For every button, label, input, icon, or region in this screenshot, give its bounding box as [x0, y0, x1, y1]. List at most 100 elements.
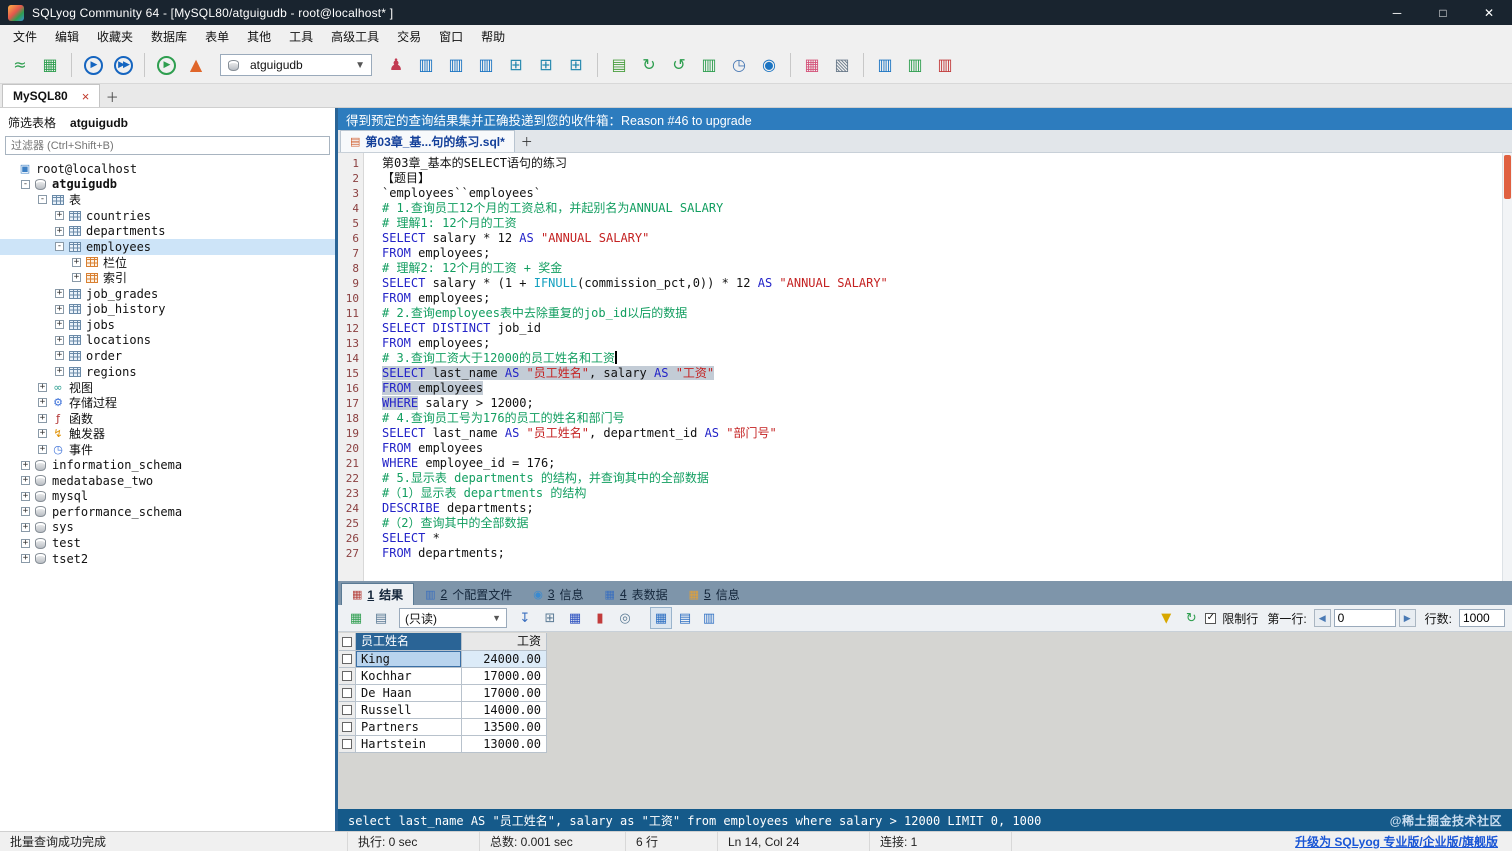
reconnect-button[interactable]: ↺	[665, 51, 693, 79]
insert-update-button[interactable]: ⊞	[532, 51, 560, 79]
results-tab-5[interactable]: ▦ 5 信息	[679, 583, 750, 605]
text-view-button[interactable]: ▤	[674, 607, 696, 629]
expand-icon[interactable]: +	[55, 304, 64, 314]
save-result-button[interactable]: ▦	[564, 607, 586, 629]
tree-node[interactable]: + ∞ 视图	[0, 379, 335, 395]
table-filter-input[interactable]	[5, 136, 330, 155]
connection-tab-mysql80[interactable]: MySQL80 ×	[2, 84, 101, 107]
code-line[interactable]: WHERE employee_id = 176;	[382, 456, 1502, 471]
code-line[interactable]: SELECT *	[382, 531, 1502, 546]
scheduler-button[interactable]: ◉	[755, 51, 783, 79]
tree-node[interactable]: + ⚙ 存储过程	[0, 395, 335, 411]
expand-icon[interactable]: +	[21, 522, 30, 532]
row-checkbox[interactable]	[342, 636, 352, 647]
code-line[interactable]: SELECT last_name AS "员工姓名", department_i…	[382, 426, 1502, 441]
row-checkbox[interactable]	[342, 705, 352, 715]
tree-node[interactable]: + ƒ 函数	[0, 411, 335, 427]
collapse-icon[interactable]: -	[38, 195, 47, 205]
execute-current-button[interactable]: ▶	[152, 51, 180, 79]
result-mode-select[interactable]: (只读) ▼	[399, 608, 507, 628]
history-button[interactable]: ◷	[725, 51, 753, 79]
code-line[interactable]: # 1.查询员工12个月的工资总和，并起别名为ANNUAL SALARY	[382, 201, 1502, 216]
column-header[interactable]: 员工姓名	[356, 633, 462, 651]
grid-cell[interactable]: De Haan	[356, 685, 462, 702]
execute-all-button[interactable]: ▶▶	[109, 51, 137, 79]
tree-node[interactable]: + ◷ 事件	[0, 442, 335, 458]
grid-cell[interactable]: 24000.00	[462, 651, 547, 668]
grid-options-button[interactable]: ▤	[370, 607, 392, 629]
code-line[interactable]: FROM departments;	[382, 546, 1502, 561]
code-line[interactable]: # 理解2: 12个月的工资 + 奖金	[382, 261, 1502, 276]
menu-item[interactable]: 帮助	[472, 25, 514, 48]
menu-item[interactable]: 工具	[280, 25, 322, 48]
row-checkbox[interactable]	[342, 722, 352, 732]
next-page-button[interactable]: ▶	[1398, 609, 1416, 627]
export-data-button[interactable]: ▥	[901, 51, 929, 79]
form-view-button[interactable]: ▥	[698, 607, 720, 629]
connect-button[interactable]: ≈	[6, 51, 34, 79]
code-line[interactable]: SELECT DISTINCT job_id	[382, 321, 1502, 336]
tree-node[interactable]: -表	[0, 192, 335, 208]
editor-scrollbar[interactable]	[1502, 153, 1512, 581]
grid-cell[interactable]: 17000.00	[462, 668, 547, 685]
tree-node[interactable]: - atguigudb	[0, 177, 335, 193]
grid-row[interactable]: Kochhar 17000.00	[339, 668, 547, 685]
menu-item[interactable]: 高级工具	[322, 25, 388, 48]
code-line[interactable]: 【题目】	[382, 171, 1502, 186]
delete-row-button[interactable]: ▮	[589, 607, 611, 629]
new-editor-tab-button[interactable]: ＋	[515, 130, 539, 152]
table-data-button[interactable]: ⊞	[562, 51, 590, 79]
editor-tab-sql-file[interactable]: ▤ 第03章_基...句的练习.sql*	[340, 130, 515, 152]
row-checkbox[interactable]	[342, 654, 352, 664]
grid-row[interactable]: Partners 13500.00	[339, 719, 547, 736]
expand-icon[interactable]: +	[38, 444, 47, 454]
expand-icon[interactable]: +	[55, 367, 64, 377]
code-line[interactable]: 第03章_基本的SELECT语句的练习	[382, 156, 1502, 171]
table-grid-button[interactable]: ⊞	[502, 51, 530, 79]
code-line[interactable]: # 2.查询employees表中去除重复的job_id以后的数据	[382, 306, 1502, 321]
scrollbar-thumb[interactable]	[1504, 155, 1511, 199]
expand-icon[interactable]: +	[55, 351, 64, 361]
code-line[interactable]: # 5.显示表 departments 的结构，并查询其中的全部数据	[382, 471, 1502, 486]
tree-node[interactable]: - employees	[0, 238, 335, 255]
code-line[interactable]: #（2）查询其中的全部数据	[382, 516, 1502, 531]
results-tab-1[interactable]: ▦ 1 结果	[341, 583, 415, 605]
menu-item[interactable]: 交易	[388, 25, 430, 48]
editor-code[interactable]: 第03章_基本的SELECT语句的练习 【题目】 `employees``emplo…	[364, 153, 1502, 581]
code-line[interactable]: FROM employees;	[382, 291, 1502, 306]
menu-item[interactable]: 收藏夹	[88, 25, 142, 48]
refresh-object-browser-button[interactable]: ▥	[442, 51, 470, 79]
expand-icon[interactable]: +	[38, 398, 47, 408]
open-database-button[interactable]: ▥	[412, 51, 440, 79]
filter-button[interactable]: ▼	[1155, 607, 1177, 629]
tree-node[interactable]: + locations	[0, 333, 335, 349]
expand-icon[interactable]: +	[55, 289, 64, 299]
tree-node[interactable]: + performance_schema	[0, 504, 335, 520]
tree-node[interactable]: + test	[0, 535, 335, 551]
tree-node[interactable]: + mysql	[0, 488, 335, 504]
grid-cell[interactable]: Kochhar	[356, 668, 462, 685]
code-line[interactable]: WHERE salary > 12000;	[382, 396, 1502, 411]
code-line[interactable]: SELECT last_name AS "员工姓名", salary AS "工…	[382, 366, 1502, 381]
expand-icon[interactable]: +	[21, 538, 30, 548]
previous-page-button[interactable]: ◀	[1313, 609, 1331, 627]
refresh-result-button[interactable]: ↻	[1180, 607, 1202, 629]
grid-row[interactable]: De Haan 17000.00	[339, 685, 547, 702]
tree-node[interactable]: + job_history	[0, 301, 335, 317]
grid-cell[interactable]: 13500.00	[462, 719, 547, 736]
results-tab-4[interactable]: ▦ 4 表数据	[595, 583, 678, 605]
upgrade-link[interactable]: 升级为 SQLyog 专业版/企业版/旗舰版	[1295, 832, 1498, 851]
tree-node[interactable]: + jobs	[0, 317, 335, 333]
tree-node[interactable]: + 索引	[0, 270, 335, 286]
new-connection-tab-button[interactable]: ＋	[100, 85, 124, 107]
backup-database-button[interactable]: ▥	[695, 51, 723, 79]
row-count-input[interactable]	[1459, 609, 1505, 627]
expand-icon[interactable]: +	[38, 429, 47, 439]
close-tab-icon[interactable]: ×	[82, 89, 90, 104]
grid-row[interactable]: King 24000.00	[339, 651, 547, 668]
copy-result-button[interactable]: ⊞	[539, 607, 561, 629]
code-line[interactable]: `employees``employees`	[382, 186, 1502, 201]
expand-icon[interactable]: +	[72, 273, 81, 283]
grid-cell[interactable]: 14000.00	[462, 702, 547, 719]
grid-cell[interactable]: 17000.00	[462, 685, 547, 702]
